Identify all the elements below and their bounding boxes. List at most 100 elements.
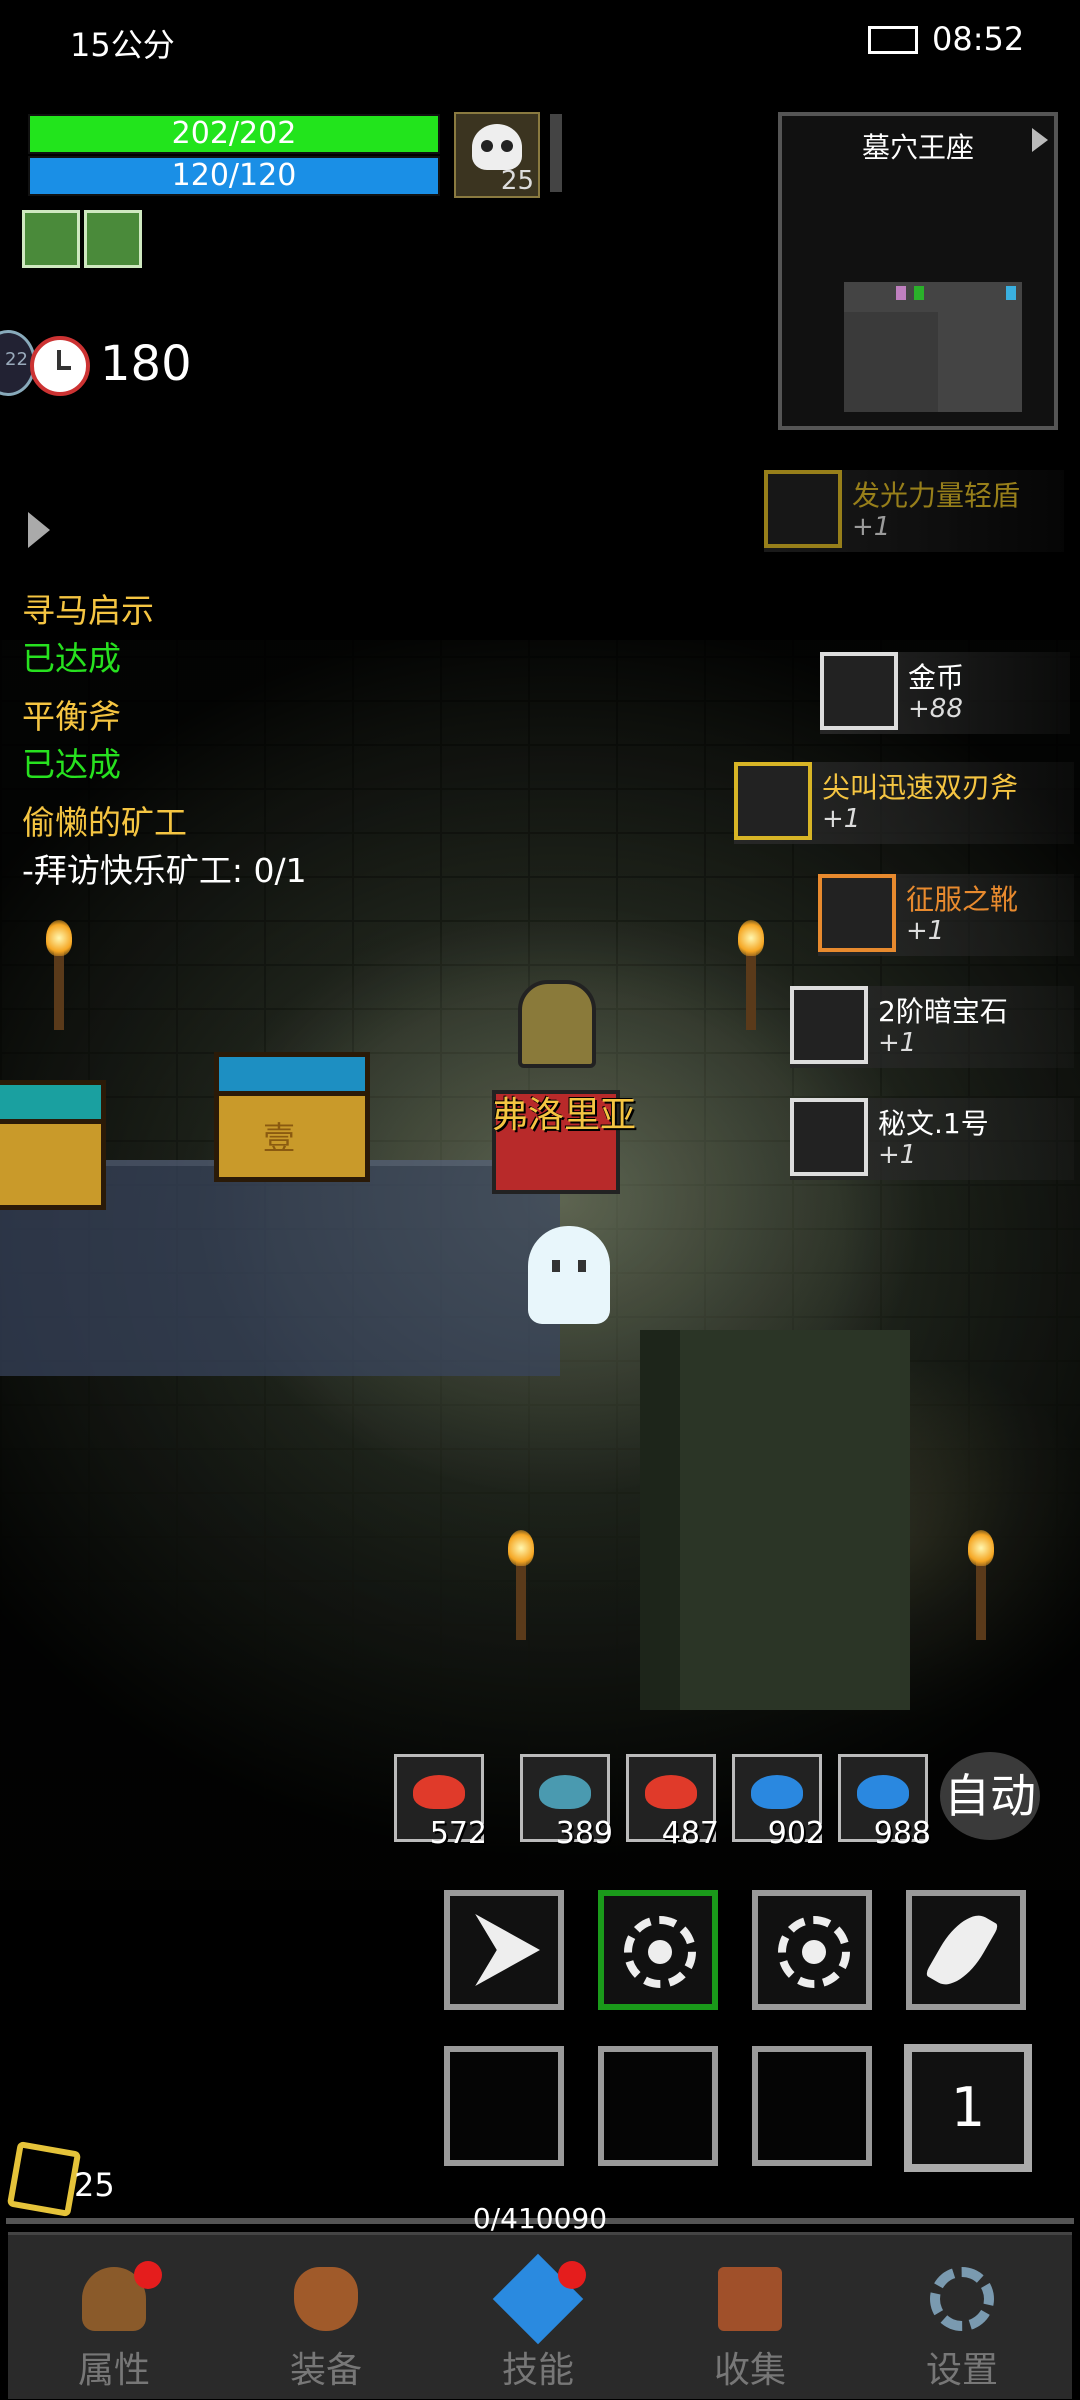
status-time: 08:52 — [932, 20, 1025, 58]
minimap-exit-marker — [1006, 286, 1016, 300]
potion-slot[interactable]: 902 — [732, 1754, 825, 1851]
bottom-nav: 属性 装备 技能 收集 设置 — [8, 2232, 1072, 2399]
gem-icon — [790, 986, 868, 1064]
quest-title[interactable]: 偷懒的矿工 — [22, 796, 187, 844]
helmet-icon — [518, 980, 596, 1068]
empty-skill-slot[interactable] — [598, 2046, 718, 2166]
quest-expand-icon[interactable] — [28, 512, 50, 548]
timer-badge: 22 — [5, 349, 28, 370]
potion-count: 487 — [661, 1816, 719, 1851]
empty-skill-slot[interactable] — [752, 2046, 872, 2166]
loot-count: +1 — [878, 1028, 917, 1058]
nav-skills[interactable]: 技能 — [432, 2235, 644, 2399]
minimap-expand-icon[interactable] — [1032, 128, 1048, 152]
torch-icon — [508, 1530, 534, 1640]
potion-slot[interactable]: 487 — [626, 1754, 719, 1851]
loot-name: 征服之靴 — [906, 883, 1019, 916]
skill-dash[interactable] — [444, 1890, 564, 2010]
gold-coin-icon — [820, 652, 898, 730]
timer-value: 180 — [100, 336, 192, 392]
quest-title[interactable]: 平衡斧 — [22, 690, 121, 738]
nav-equipment[interactable]: 装备 — [220, 2235, 432, 2399]
loot-name: 金币 — [908, 661, 965, 694]
quest-step: -拜访快乐矿工: 0/1 — [22, 851, 307, 890]
mana-meat-icon — [857, 1775, 909, 1809]
minimap-player-marker — [914, 286, 924, 300]
auto-button[interactable]: 自动 — [940, 1752, 1040, 1840]
loot-count: +88 — [908, 694, 963, 724]
experience-text: 0/410090 — [472, 2202, 608, 2235]
potion-slot[interactable]: 572 — [394, 1754, 487, 1851]
book-icon — [718, 2267, 782, 2331]
nav-collection[interactable]: 收集 — [644, 2235, 856, 2399]
notification-dot — [558, 2261, 586, 2289]
rune-stone-icon — [790, 1098, 868, 1176]
buff-feather-icon[interactable] — [84, 210, 142, 268]
battery-icon — [868, 26, 918, 54]
potion-count: 389 — [555, 1816, 613, 1851]
loot-name: 尖叫迅速双刃斧 — [822, 771, 1019, 804]
mana-meat-icon — [751, 1775, 803, 1809]
nav-label: 设置 — [925, 2350, 998, 2391]
status-left-text: 15公分 — [70, 26, 175, 64]
loot-name: 发光力量轻盾 — [852, 479, 1021, 512]
stone-pillar — [640, 1330, 910, 1710]
buff-shield-icon[interactable] — [22, 210, 80, 268]
chest-lid — [0, 1085, 101, 1124]
minimap-room — [844, 282, 1022, 312]
loot-count: +1 — [906, 916, 945, 946]
loot-notification: 金币 +88 — [820, 652, 1070, 734]
hp-bar: 202/202 — [28, 114, 440, 154]
clock-icon — [30, 336, 90, 396]
treasure-chest[interactable] — [0, 1080, 106, 1210]
nav-label: 收集 — [713, 2350, 786, 2391]
skill-feather[interactable] — [906, 1890, 1026, 2010]
fish-icon — [539, 1775, 591, 1809]
minimap[interactable]: 墓穴王座 — [778, 112, 1058, 430]
loot-notification: 2阶暗宝石 +1 — [790, 986, 1074, 1068]
quest-status: 已达成 — [22, 745, 121, 784]
quest-title[interactable]: 寻马启示 — [22, 584, 154, 632]
ward-icon — [778, 1916, 850, 1988]
potion-slot[interactable]: 389 — [520, 1754, 613, 1851]
loot-notification: 发光力量轻盾 +1 — [764, 470, 1064, 552]
meat-icon — [413, 1775, 465, 1809]
loot-count: +1 — [822, 804, 861, 834]
loot-count: +1 — [852, 512, 891, 542]
player-level: 25 — [500, 166, 534, 196]
dash-icon — [475, 1914, 540, 1986]
skill-aura[interactable] — [598, 1890, 718, 2010]
skill-page-button[interactable]: 1 — [904, 2044, 1032, 2172]
torch-icon — [46, 920, 72, 1030]
quest-status: 已达成 — [22, 639, 121, 678]
minimap-room — [844, 312, 938, 412]
loot-notification: 征服之靴 +1 — [818, 874, 1074, 956]
meat-icon — [645, 1775, 697, 1809]
nav-attributes[interactable]: 属性 — [8, 2235, 220, 2399]
player-portrait[interactable]: 25 — [454, 112, 540, 198]
shield-icon — [764, 470, 842, 548]
potion-count: 902 — [767, 1816, 825, 1851]
side-gauge — [550, 114, 562, 192]
treasure-chest[interactable]: 壹 — [214, 1052, 370, 1182]
currency-value: 25 — [74, 2166, 115, 2204]
potion-slot[interactable]: 988 — [838, 1754, 931, 1851]
minimap-chest-marker — [896, 286, 906, 300]
minimap-title: 墓穴王座 — [861, 131, 974, 164]
skull-icon — [472, 124, 522, 170]
boots-icon — [818, 874, 896, 952]
gear-icon — [930, 2267, 994, 2331]
bag-icon — [294, 2267, 358, 2331]
skill-ward[interactable] — [752, 1890, 872, 2010]
loot-name: 秘文.1号 — [878, 1107, 989, 1140]
potion-count: 572 — [429, 1816, 487, 1851]
axe-icon — [734, 762, 812, 840]
nav-label: 技能 — [501, 2350, 574, 2391]
empty-skill-slot[interactable] — [444, 2046, 564, 2166]
nav-settings[interactable]: 设置 — [856, 2235, 1068, 2399]
chest-mark: 壹 — [263, 1119, 296, 1157]
minimap-room — [938, 312, 1022, 412]
character-name: 弗洛里亚 — [492, 1095, 637, 1136]
ghost-pet-icon[interactable] — [528, 1226, 610, 1324]
loot-notification: 尖叫迅速双刃斧 +1 — [734, 762, 1074, 844]
